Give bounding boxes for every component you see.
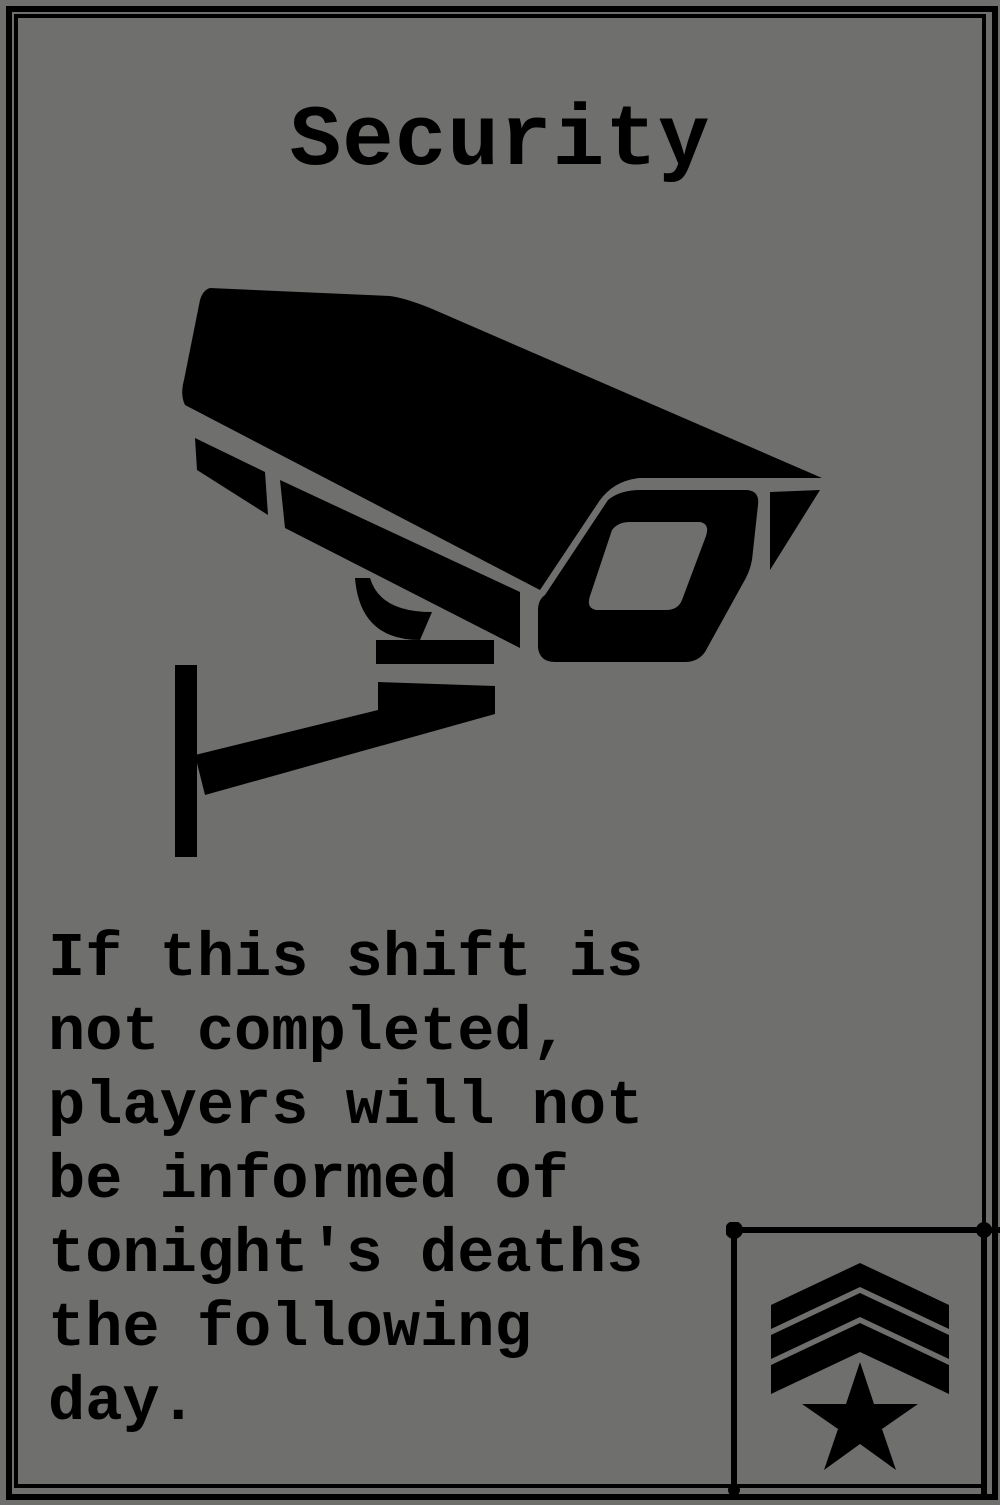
card-title: Security	[289, 92, 711, 190]
card-description: If this shift is not completed, players …	[48, 923, 644, 1438]
rank-insignia-box	[725, 1221, 1000, 1500]
security-camera-icon	[175, 288, 822, 857]
role-card: Security If this shift is not completed,…	[0, 0, 1000, 1500]
sergeant-chevron-star-icon	[725, 1221, 1000, 1500]
